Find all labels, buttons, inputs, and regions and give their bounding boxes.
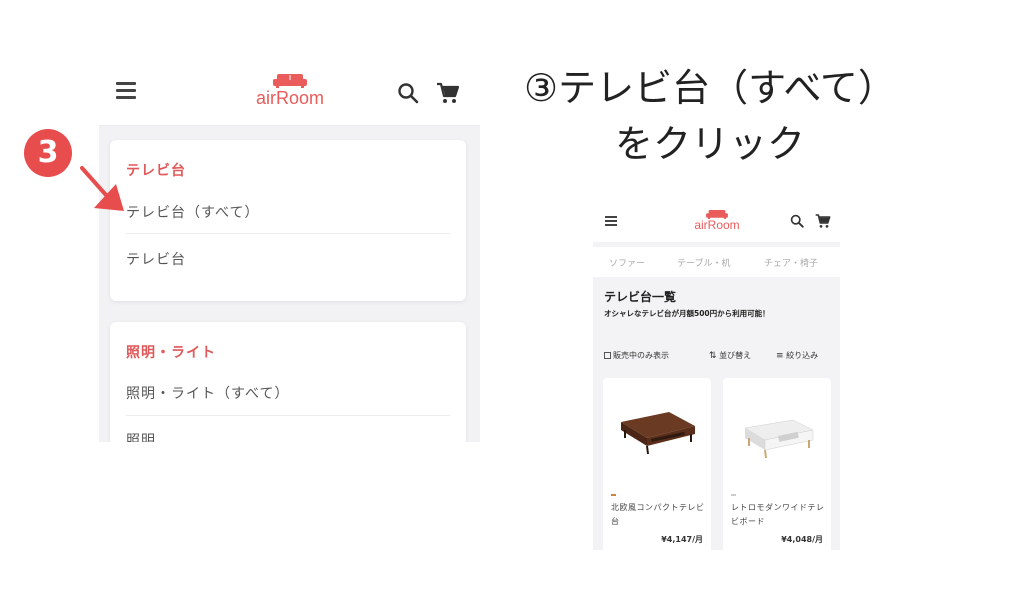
on-sale-only-checkbox[interactable]: 販売中のみ表示 [604,350,669,361]
cart-icon[interactable] [436,81,460,105]
product-name: レトロモダンワイドテレビボード [731,503,825,526]
sofa-icon [273,74,307,88]
menu-item-lighting[interactable]: 照明 [126,430,450,442]
category-tabs: ソファー テーブル・机 チェア・椅子 [593,247,840,277]
logo-text: airRoom [694,218,740,232]
page-title: テレビ台一覧 [604,290,677,304]
search-icon[interactable] [790,214,804,228]
header: airRoom [99,60,480,126]
menu-item-tv-stand-all[interactable]: テレビ台（すべて） [126,202,450,222]
tv-stand-category-card: テレビ台 テレビ台（すべて） テレビ台 [110,140,466,301]
tab-sofa[interactable]: ソファー [609,256,645,269]
page-subtitle: オシャレなテレビ台が月額500円から利用可能！ [604,309,770,318]
cart-icon[interactable] [815,213,831,229]
tab-chair[interactable]: チェア・椅子 [764,256,818,269]
divider [126,233,450,234]
left-phone-screenshot: airRoom テレビ台 テレビ台（すべて） テレビ台 照明・ライト 照明・ライ… [99,60,480,442]
product-image [744,419,814,459]
divider [126,415,450,416]
category-title: テレビ台 [126,163,186,179]
color-swatch [611,494,616,496]
logo[interactable]: airRoom [689,210,745,231]
on-sale-only-label: 販売中のみ表示 [613,351,669,360]
right-phone-screenshot: airRoom ソファー テーブル・机 チェア・椅子 テレビ台一覧 オシャレなテ… [593,200,840,550]
instruction-line-1: ③テレビ台（すべて） [524,66,896,110]
sort-button[interactable]: ⇅ 並び替え [709,350,751,361]
logo-text: airRoom [255,88,325,108]
product-image [621,412,695,455]
menu-item-lighting-all[interactable]: 照明・ライト（すべて） [126,383,450,403]
hamburger-menu-icon[interactable] [116,82,136,100]
logo[interactable]: airRoom [245,74,335,114]
color-swatch [731,494,736,496]
product-card[interactable]: 北欧風コンパクトテレビ台 ¥4,147/月 [603,378,711,550]
product-name: 北欧風コンパクトテレビ台 [611,503,705,526]
filter-button[interactable]: ≡ 絞り込み [776,350,818,361]
category-title: 照明・ライト [126,345,216,361]
search-icon[interactable] [397,82,419,104]
filter-icon: ≡ [776,351,784,361]
sort-label: 並び替え [719,351,752,360]
instruction-line-2: をクリック [614,122,805,166]
arrow-icon [80,166,124,211]
tab-table[interactable]: テーブル・机 [677,256,730,269]
step-number-badge: 3 [24,129,72,177]
filter-label: 絞り込み [786,351,819,360]
product-card[interactable]: レトロモダンワイドテレビボード ¥4,048/月 [723,378,831,550]
menu-item-tv-stand[interactable]: テレビ台 [126,249,450,269]
hamburger-menu-icon[interactable] [605,216,617,226]
product-price: ¥4,147/月 [661,535,703,544]
instruction-text: ③テレビ台（すべて） をクリック [500,62,920,170]
header: airRoom [593,200,840,242]
checkbox-icon[interactable] [604,352,611,359]
lighting-category-card: 照明・ライト 照明・ライト（すべて） 照明 [110,322,466,442]
sort-icon: ⇅ [709,351,717,361]
product-price: ¥4,048/月 [781,535,823,544]
